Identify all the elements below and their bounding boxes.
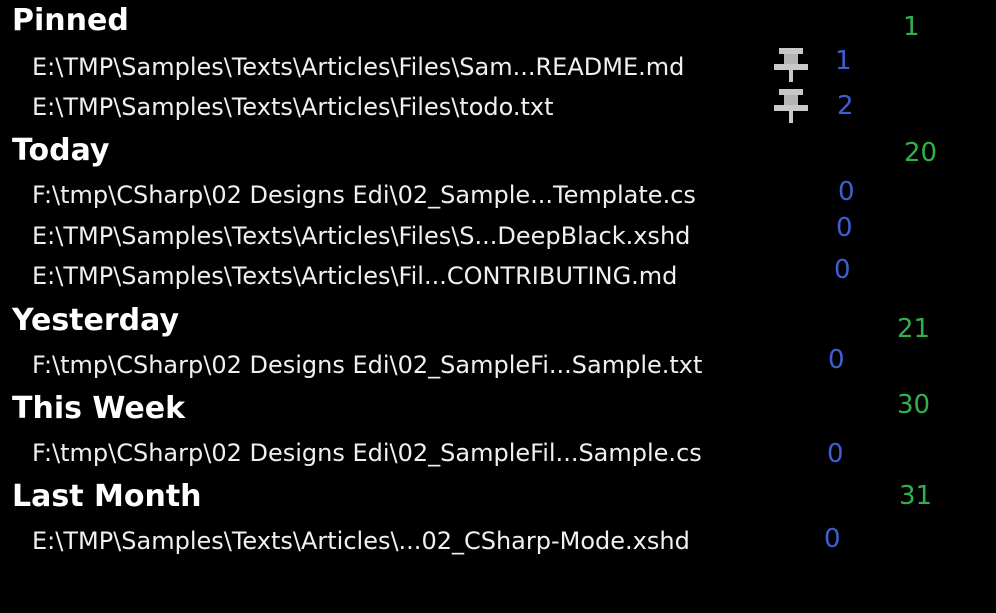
item-count: 0 [824,524,841,554]
file-path[interactable]: F:\tmp\CSharp\02 Designs Edi\02_Sample..… [32,183,696,207]
file-path[interactable]: F:\tmp\CSharp\02 Designs Edi\02_SampleFi… [32,441,702,465]
group-header-today: Today [12,133,110,168]
item-count: 0 [827,439,844,469]
group-header-last-month: Last Month [12,479,202,514]
pin-icon[interactable] [771,86,811,126]
item-count: 1 [835,46,852,76]
group-header-yesterday: Yesterday [12,303,180,338]
group-header-pinned: Pinned [12,3,129,38]
group-count-pinned: 1 [903,12,920,42]
file-path[interactable]: E:\TMP\Samples\Texts\Articles\...02_CSha… [32,529,690,553]
file-path[interactable]: E:\TMP\Samples\Texts\Articles\Files\todo… [32,95,554,119]
file-path[interactable]: E:\TMP\Samples\Texts\Articles\Fil...CONT… [32,264,677,288]
group-count-today: 20 [904,138,938,168]
file-path[interactable]: E:\TMP\Samples\Texts\Articles\Files\Sam.… [32,55,684,79]
group-header-this-week: This Week [12,391,186,426]
item-count: 2 [837,91,854,121]
item-count: 0 [828,345,845,375]
item-count: 0 [834,255,851,285]
group-count-yesterday: 21 [897,314,931,344]
group-count-last-month: 31 [899,481,933,511]
item-count: 0 [838,177,855,207]
item-count: 0 [836,213,853,243]
pin-icon[interactable] [771,45,811,85]
file-path[interactable]: F:\tmp\CSharp\02 Designs Edi\02_SampleFi… [32,353,702,377]
group-count-this-week: 30 [897,390,931,420]
file-path[interactable]: E:\TMP\Samples\Texts\Articles\Files\S...… [32,224,690,248]
